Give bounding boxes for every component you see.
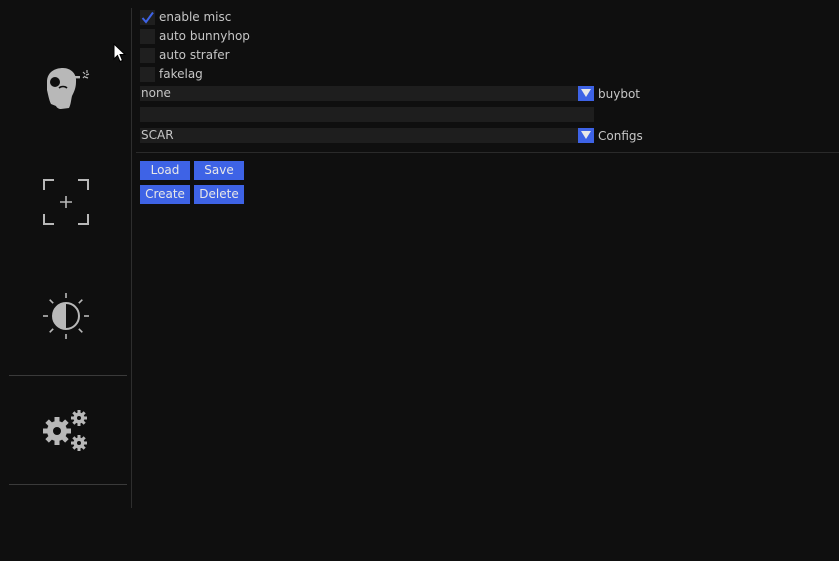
fakelag-checkbox[interactable] bbox=[140, 66, 155, 82]
auto-bunnyhop-checkbox-row[interactable]: auto bunnyhop bbox=[140, 28, 250, 44]
sidebar bbox=[0, 0, 132, 510]
enable-misc-checkbox-row[interactable]: enable misc bbox=[140, 9, 231, 25]
create-button[interactable]: Create bbox=[140, 185, 190, 204]
tab-visuals[interactable] bbox=[0, 261, 131, 371]
buybot-selected-value: none bbox=[141, 86, 171, 100]
triangle-down-icon bbox=[580, 87, 592, 101]
configs-dropdown[interactable]: SCAR bbox=[140, 128, 594, 143]
triangle-down-icon bbox=[580, 129, 592, 143]
save-button[interactable]: Save bbox=[194, 161, 244, 180]
buybot-dropdown[interactable]: none bbox=[140, 86, 594, 101]
head-aim-icon bbox=[39, 64, 93, 112]
brightness-icon bbox=[42, 292, 90, 340]
tab-legit[interactable] bbox=[0, 147, 131, 257]
fakelag-label: fakelag bbox=[159, 67, 203, 81]
misc-panel: enable misc auto bunnyhop auto strafer f… bbox=[132, 0, 839, 561]
tab-rage[interactable] bbox=[0, 33, 131, 143]
checkmark-icon bbox=[141, 11, 154, 24]
fakelag-checkbox-row[interactable]: fakelag bbox=[140, 66, 203, 82]
crosshair-icon bbox=[42, 178, 90, 226]
auto-strafer-checkbox[interactable] bbox=[140, 47, 155, 63]
auto-bunnyhop-checkbox[interactable] bbox=[140, 28, 155, 44]
enable-misc-checkbox[interactable] bbox=[140, 9, 155, 25]
configs-selected-value: SCAR bbox=[141, 128, 174, 142]
configs-dropdown-arrow[interactable] bbox=[578, 128, 594, 143]
delete-button[interactable]: Delete bbox=[194, 185, 244, 204]
tab-misc[interactable] bbox=[0, 376, 131, 486]
buybot-dropdown-arrow[interactable] bbox=[578, 86, 594, 101]
configs-label: Configs bbox=[598, 129, 643, 143]
cheat-menu-window: enable misc auto bunnyhop auto strafer f… bbox=[0, 0, 839, 561]
load-button[interactable]: Load bbox=[140, 161, 190, 180]
config-name-input[interactable] bbox=[140, 107, 594, 122]
active-tab-bottom-border bbox=[9, 484, 127, 485]
auto-strafer-label: auto strafer bbox=[159, 48, 230, 62]
auto-strafer-checkbox-row[interactable]: auto strafer bbox=[140, 47, 230, 63]
buybot-label: buybot bbox=[598, 87, 640, 101]
section-separator bbox=[136, 152, 839, 153]
gears-icon bbox=[42, 409, 90, 453]
enable-misc-label: enable misc bbox=[159, 10, 232, 24]
auto-bunnyhop-label: auto bunnyhop bbox=[159, 29, 250, 43]
